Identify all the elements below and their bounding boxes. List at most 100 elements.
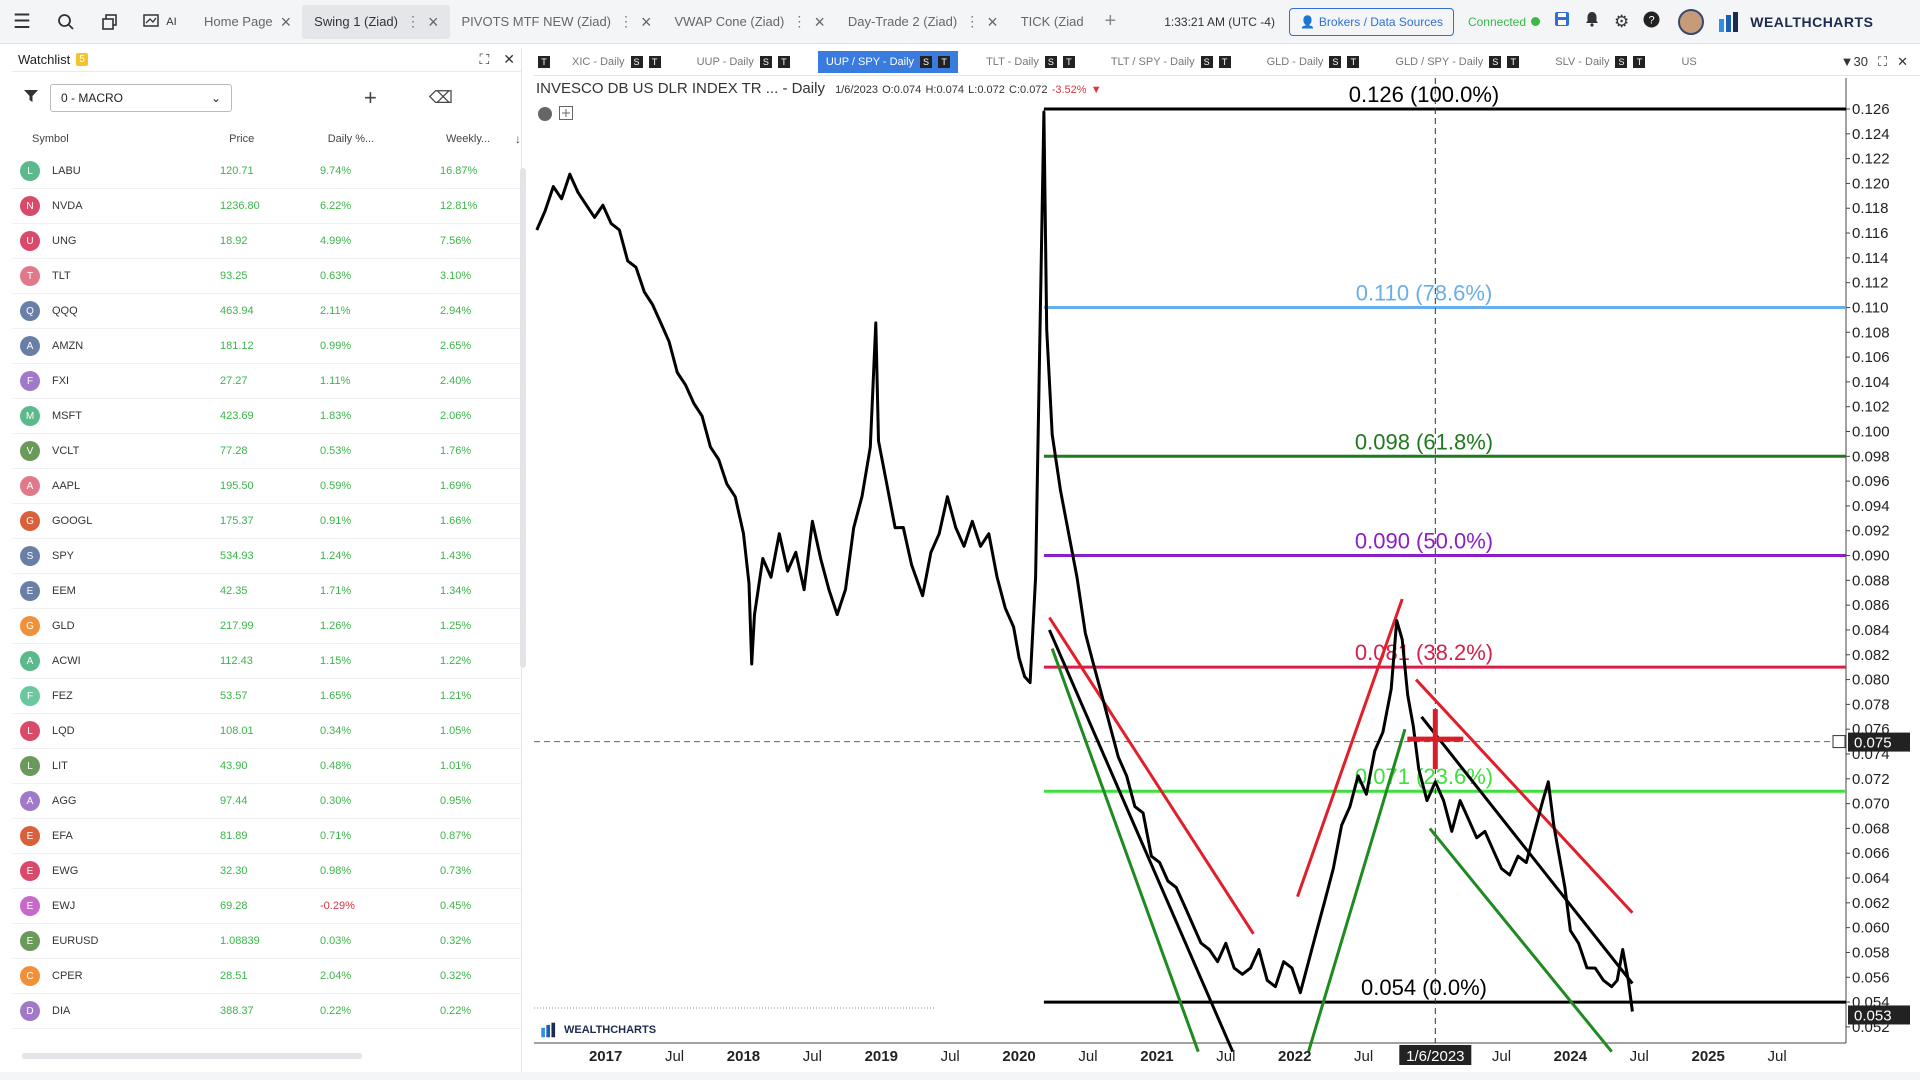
column-symbol[interactable]: Symbol xyxy=(32,133,229,145)
tab-menu-icon[interactable]: ⋮ xyxy=(965,13,979,30)
column-weekly[interactable]: Weekly... xyxy=(446,133,515,145)
tab-count[interactable]: ▼30 xyxy=(1841,54,1868,70)
table-row[interactable]: V VCLT 77.28 0.53% 1.76% xyxy=(12,434,521,469)
table-row[interactable]: A ACWI 112.43 1.15% 1.22% xyxy=(12,644,521,679)
table-row[interactable]: G GOOGL 175.37 0.91% 1.66% xyxy=(12,504,521,539)
column-daily[interactable]: Daily %... xyxy=(328,133,446,145)
layout-tab[interactable]: TICK (Ziad xyxy=(1009,5,1095,39)
table-row[interactable]: E EFA 81.89 0.71% 0.87% xyxy=(12,819,521,854)
table-row[interactable]: A AAPL 195.50 0.59% 1.69% xyxy=(12,469,521,504)
expand-icon[interactable]: ⛶ xyxy=(479,51,489,68)
chart-tab-t-badge[interactable]: T xyxy=(777,55,790,68)
tab-close-icon[interactable]: × xyxy=(281,13,292,31)
symbol-cell: AAPL xyxy=(52,480,81,492)
chart-tab-t-badge[interactable]: T xyxy=(1507,55,1520,68)
table-row[interactable]: C CPER 28.51 2.04% 0.32% xyxy=(12,959,521,994)
chart-tab-t-badge[interactable]: T xyxy=(938,55,951,68)
tab-menu-icon[interactable]: ⋮ xyxy=(619,13,633,30)
table-row[interactable]: E EWG 32.30 0.98% 0.73% xyxy=(12,854,521,889)
layout-tab[interactable]: PIVOTS MTF NEW (Ziad) ⋮ × xyxy=(450,5,663,39)
chart-tab[interactable]: XIC - Daily S T xyxy=(564,51,669,73)
close-icon[interactable]: ✕ xyxy=(503,51,515,68)
table-row[interactable]: F FXI 27.27 1.11% 2.40% xyxy=(12,364,521,399)
table-row[interactable]: M MSFT 423.69 1.83% 2.06% xyxy=(12,399,521,434)
table-row[interactable]: S SPY 534.93 1.24% 1.43% xyxy=(12,539,521,574)
add-indicator-icon[interactable] xyxy=(559,106,573,127)
chart-tab[interactable]: GLD / SPY - Daily S T xyxy=(1387,51,1527,73)
chart-tab-s-badge[interactable]: S xyxy=(920,55,933,68)
chart-tab-s-badge[interactable]: S xyxy=(1615,55,1628,68)
chart-tab[interactable]: US xyxy=(1673,51,1704,73)
table-row[interactable]: G GLD 217.99 1.26% 1.25% xyxy=(12,609,521,644)
layout-tab[interactable]: Day-Trade 2 (Ziad) ⋮ × xyxy=(836,5,1009,39)
table-row[interactable]: U UNG 18.92 4.99% 7.56% xyxy=(12,224,521,259)
sort-arrow-icon[interactable]: ↓ xyxy=(515,132,521,146)
chart-tab-t-badge[interactable]: T xyxy=(1633,55,1646,68)
ai-chart-icon[interactable]: AI xyxy=(132,0,188,44)
table-row[interactable]: L LQD 108.01 0.34% 1.05% xyxy=(12,714,521,749)
horizontal-scrollbar[interactable] xyxy=(22,1053,362,1059)
table-row[interactable]: D DIA 388.37 0.22% 0.22% xyxy=(12,994,521,1029)
chart-tab-t-badge[interactable]: T xyxy=(1218,55,1231,68)
chart-tab[interactable]: UUP - Daily S T xyxy=(689,51,798,73)
table-row[interactable]: E EEM 42.35 1.71% 1.34% xyxy=(12,574,521,609)
eraser-icon[interactable]: ⌫ xyxy=(429,88,453,108)
avatar[interactable] xyxy=(1678,8,1705,35)
chart-tab-t-badge[interactable]: T xyxy=(1347,55,1360,68)
expand-icon[interactable]: ⛶ xyxy=(1878,54,1887,70)
menu-icon[interactable]: ☰ xyxy=(0,0,44,44)
price-chart[interactable]: 0.126 (100.0%) 0.110 (78.6%) 0.098 (61.8%)… xyxy=(534,78,1920,1068)
table-row[interactable]: E EURUSD 1.08839 0.03% 0.32% xyxy=(12,924,521,959)
table-row[interactable]: L LIT 43.90 0.48% 1.01% xyxy=(12,749,521,784)
add-tab-icon[interactable]: + xyxy=(1105,10,1117,33)
watchlist-select[interactable]: 0 - MACRO ⌄ xyxy=(50,84,232,112)
tab-close-icon[interactable]: × xyxy=(814,13,825,31)
symbol-avatar: E xyxy=(20,826,40,846)
layouts-icon[interactable] xyxy=(88,0,132,44)
chart-tab[interactable]: GLD - Daily S T xyxy=(1259,51,1368,73)
tab-close-icon[interactable]: × xyxy=(428,13,439,31)
tab-close-icon[interactable]: × xyxy=(987,13,998,31)
chart-tab-s-badge[interactable]: S xyxy=(759,55,772,68)
save-icon[interactable] xyxy=(1554,11,1570,32)
table-row[interactable]: A AGG 97.44 0.30% 0.95% xyxy=(12,784,521,819)
vertical-scrollbar[interactable] xyxy=(520,168,526,668)
watchlist-badge: 5 xyxy=(76,53,88,66)
tab-menu-icon[interactable]: ⋮ xyxy=(792,13,806,30)
layout-tab[interactable]: VWAP Cone (Ziad) ⋮ × xyxy=(663,5,836,39)
help-icon[interactable]: ? xyxy=(1643,11,1660,33)
chart-tab-s-badge[interactable]: S xyxy=(1489,55,1502,68)
brokers-button[interactable]: 👤 Brokers / Data Sources xyxy=(1288,7,1454,36)
chart-tab[interactable]: TLT / SPY - Daily S T xyxy=(1103,51,1239,73)
chart-tab[interactable]: TLT - Daily S T xyxy=(978,51,1083,73)
filter-icon[interactable] xyxy=(24,89,38,108)
layout-tab[interactable]: Home Page × xyxy=(192,5,302,39)
chart-area[interactable]: 0.126 (100.0%) 0.110 (78.6%) 0.098 (61.8%)… xyxy=(534,78,1920,1068)
table-row[interactable]: E EWJ 69.28 -0.29% 0.45% xyxy=(12,889,521,924)
search-icon[interactable] xyxy=(44,0,88,44)
chart-tab-s-badge[interactable]: S xyxy=(1044,55,1057,68)
bell-icon[interactable] xyxy=(1584,11,1600,32)
gear-icon[interactable]: ⚙ xyxy=(1614,12,1629,32)
column-price[interactable]: Price xyxy=(229,133,328,145)
layout-tab[interactable]: Swing 1 (Ziad) ⋮ × xyxy=(302,4,450,39)
table-row[interactable]: A AMZN 181.12 0.99% 2.65% xyxy=(12,329,521,364)
table-row[interactable]: L LABU 120.71 9.74% 16.87% xyxy=(12,154,521,189)
chart-tab-s-badge[interactable]: S xyxy=(630,55,643,68)
chart-tab-t-badge[interactable]: T xyxy=(648,55,661,68)
tab-menu-icon[interactable]: ⋮ xyxy=(406,13,420,30)
add-symbol-icon[interactable]: + xyxy=(364,85,377,111)
chart-tab-s-badge[interactable]: S xyxy=(1200,55,1213,68)
chart-tab-first-badge[interactable]: T xyxy=(534,51,554,73)
settings-circle-icon[interactable] xyxy=(537,106,553,127)
table-row[interactable]: T TLT 93.25 0.63% 3.10% xyxy=(12,259,521,294)
chart-tab-s-badge[interactable]: S xyxy=(1329,55,1342,68)
chart-tab[interactable]: UUP / SPY - Daily S T xyxy=(817,50,959,73)
tab-close-icon[interactable]: × xyxy=(641,13,652,31)
chart-tab[interactable]: SLV - Daily S T xyxy=(1547,51,1653,73)
table-row[interactable]: N NVDA 1236.80 6.22% 12.81% xyxy=(12,189,521,224)
table-row[interactable]: F FEZ 53.57 1.65% 1.21% xyxy=(12,679,521,714)
table-row[interactable]: Q QQQ 463.94 2.11% 2.94% xyxy=(12,294,521,329)
chart-tab-t-badge[interactable]: T xyxy=(1062,55,1075,68)
close-icon[interactable]: ✕ xyxy=(1897,54,1908,70)
